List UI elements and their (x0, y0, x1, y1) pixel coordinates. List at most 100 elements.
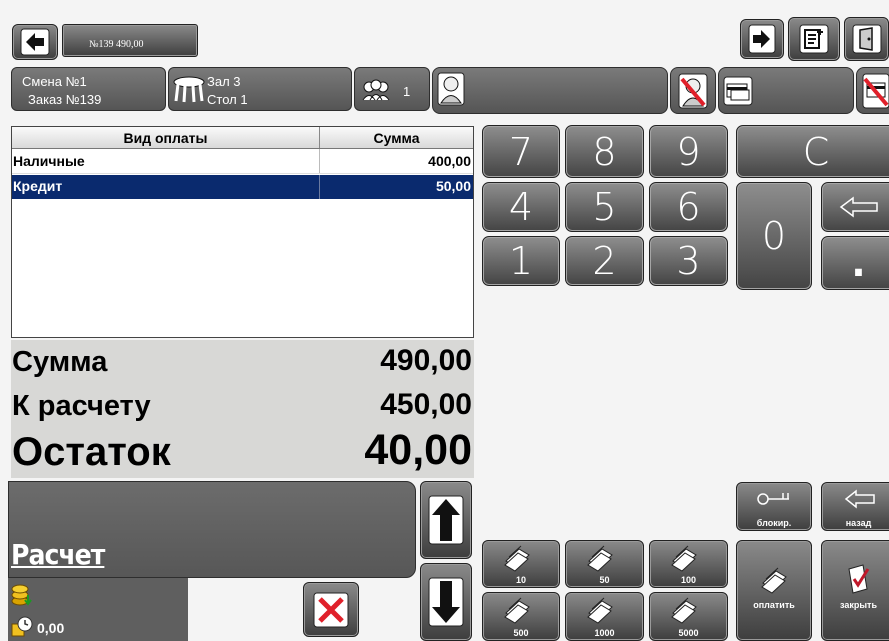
calculation-label: Расчет (11, 538, 105, 571)
red-x-icon (313, 592, 349, 627)
cash-5000-button[interactable]: 5000 (649, 592, 728, 641)
clock-money-icon (11, 616, 33, 637)
due-value: 450,00 (380, 388, 472, 421)
calculation-panel[interactable]: Расчет (8, 481, 416, 578)
cash-icon (504, 597, 530, 624)
header-payment-type[interactable]: Вид оплаты (12, 127, 320, 148)
cash-10-button[interactable]: 10 (482, 540, 560, 588)
scroll-down-button[interactable] (420, 563, 472, 641)
balance-panel: 0,00 (8, 578, 188, 641)
key-4[interactable]: 4 (482, 182, 560, 232)
shift-order-panel: Смена №1 Заказ №139 (11, 67, 166, 111)
key-9[interactable]: 9 (649, 125, 728, 178)
table-label: Стол 1 (207, 92, 248, 107)
cash-500-button[interactable]: 500 (482, 592, 560, 641)
key-0[interactable]: 0 (736, 182, 812, 290)
card-remove-icon (862, 73, 889, 108)
cash-10-label: 10 (515, 575, 526, 585)
amount-cell: 400,00 (428, 153, 471, 169)
payment-type-cell: Наличные (12, 149, 320, 173)
header-amount[interactable]: Сумма (320, 127, 473, 148)
guests-icon (362, 79, 390, 101)
cash-icon (504, 545, 530, 572)
lock-label: блокир. (756, 518, 792, 528)
table-icon (173, 76, 205, 103)
lock-button[interactable]: блокир. (736, 482, 812, 531)
client-remove-icon (678, 73, 708, 108)
cash-50-button[interactable]: 50 (565, 540, 644, 588)
pay-button[interactable]: оплатить (736, 540, 812, 641)
order-label: Заказ №139 (28, 92, 102, 107)
new-document-button[interactable] (788, 17, 840, 61)
cash-1000-label: 1000 (594, 628, 615, 638)
pay-label: оплатить (753, 600, 795, 610)
table-row-selected[interactable]: Кредит 50,00 (12, 175, 473, 199)
key-dot[interactable]: . (821, 236, 889, 290)
key-5[interactable]: 5 (565, 182, 644, 232)
discount-card-field[interactable] (718, 67, 854, 114)
key-lock-icon (757, 493, 789, 505)
key-2[interactable]: 2 (565, 236, 644, 286)
cash-500-label: 500 (513, 628, 529, 638)
arrow-down-icon (428, 577, 464, 627)
close-label: закрыть (840, 600, 877, 610)
order-indicator[interactable]: №139 490,00 (62, 24, 198, 57)
client-field[interactable] (432, 67, 668, 114)
table-row[interactable]: Наличные 400,00 (12, 149, 473, 174)
key-3[interactable]: 3 (649, 236, 728, 286)
amount-cell: 50,00 (435, 178, 471, 194)
cash-5000-label: 5000 (678, 628, 699, 638)
rest-label: Остаток (12, 430, 171, 474)
hall-label: Зал 3 (207, 74, 241, 89)
scroll-up-button[interactable] (420, 481, 472, 559)
cash-50-label: 50 (599, 575, 610, 585)
close-check-button[interactable]: закрыть (821, 540, 889, 641)
client-icon (437, 72, 465, 106)
due-label: К расчету (12, 390, 151, 422)
door-exit-icon (852, 24, 881, 54)
cash-100-button[interactable]: 100 (649, 540, 728, 588)
arrow-left-outline-icon (844, 489, 875, 509)
cash-icon (671, 545, 697, 572)
key-clear[interactable]: C (736, 125, 889, 178)
remove-card-button[interactable] (856, 67, 889, 114)
hall-table-panel[interactable]: Зал 3 Стол 1 (168, 67, 352, 111)
back-button[interactable]: назад (821, 482, 889, 531)
arrow-left-icon (20, 28, 50, 56)
remove-client-button[interactable] (670, 67, 716, 114)
key-1[interactable]: 1 (482, 236, 560, 286)
cash-icon (761, 567, 787, 594)
balance-value: 0,00 (37, 620, 65, 636)
back-arrow-button[interactable] (12, 24, 58, 60)
table-header: Вид оплаты Сумма (12, 127, 473, 149)
next-arrow-button[interactable] (740, 19, 784, 59)
key-6[interactable]: 6 (649, 182, 728, 232)
shift-label: Смена №1 (22, 74, 87, 89)
cash-icon (587, 597, 613, 624)
new-document-icon (799, 24, 829, 54)
coins-icon (11, 584, 32, 606)
key-8[interactable]: 8 (565, 125, 644, 178)
rest-value: 40,00 (364, 426, 472, 474)
order-number-label: №139 490,00 (89, 39, 144, 50)
payments-table: Вид оплаты Сумма Наличные 400,00 Кредит … (11, 126, 474, 338)
cancel-button[interactable] (303, 582, 359, 637)
cash-100-label: 100 (680, 575, 697, 585)
cash-1000-button[interactable]: 1000 (565, 592, 644, 641)
back-label: назад (845, 518, 872, 528)
card-icon (723, 76, 753, 106)
payment-type-cell: Кредит (12, 175, 320, 199)
cash-icon (671, 597, 697, 624)
checkmark-document-icon (848, 564, 870, 594)
sum-value: 490,00 (380, 344, 472, 377)
key-backspace[interactable] (821, 182, 889, 232)
save-exit-button[interactable] (844, 17, 889, 61)
totals-panel: Сумма 490,00 К расчету 450,00 Остаток 40… (11, 340, 474, 478)
backspace-arrow-icon (839, 196, 878, 218)
guests-button[interactable]: 1 (354, 67, 430, 111)
column-divider (320, 199, 321, 337)
sum-label: Сумма (12, 346, 108, 378)
arrow-right-icon (748, 24, 776, 54)
key-7[interactable]: 7 (482, 125, 560, 178)
cash-icon (587, 545, 613, 572)
